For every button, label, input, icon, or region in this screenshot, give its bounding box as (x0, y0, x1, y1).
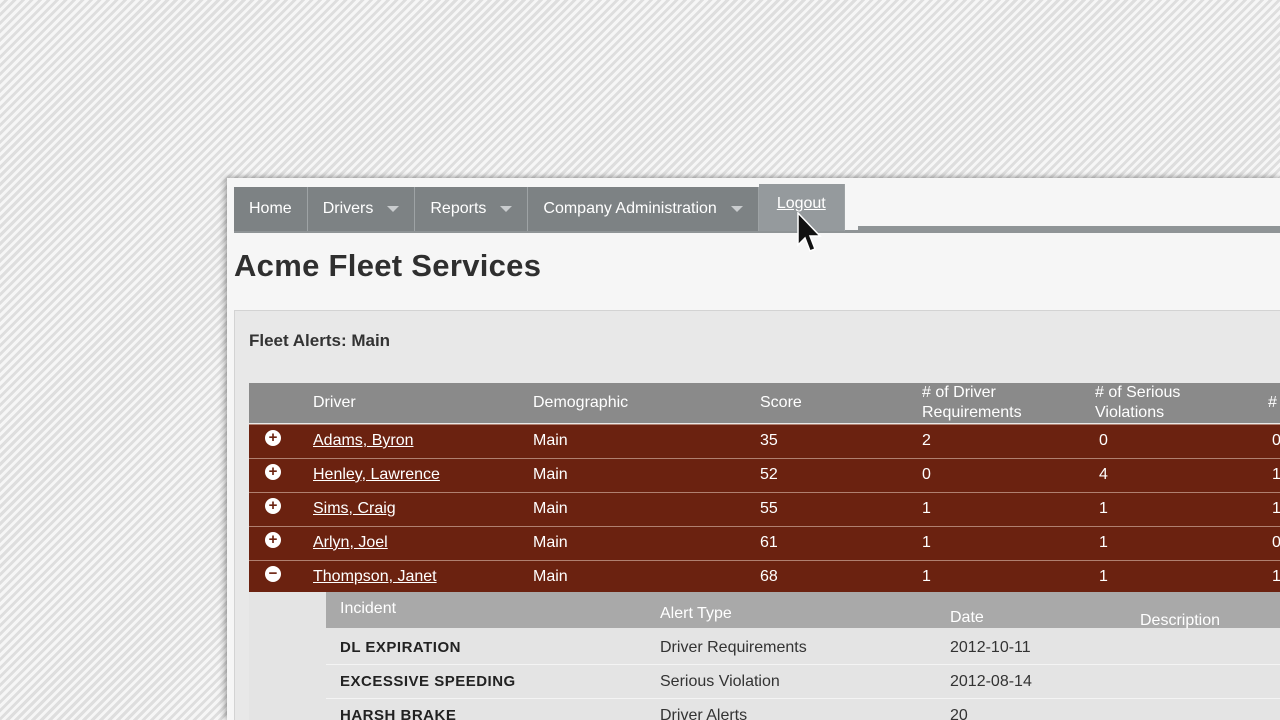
col-score[interactable]: Score (760, 393, 802, 413)
score-cell: 35 (760, 432, 778, 449)
nav-underline (858, 226, 1280, 230)
col-driver-requirements-line1: # of Driver (922, 384, 996, 401)
violations-cell: 4 (1099, 466, 1108, 483)
nav-company-admin-label: Company Administration (543, 200, 717, 217)
incident-cell: EXCESSIVE SPEEDING (340, 673, 516, 690)
table-row: + Henley, Lawrence Main 52 0 4 1 (249, 458, 1280, 492)
sub-col-date: Date (950, 609, 984, 626)
violations-cell: 0 (1099, 432, 1108, 449)
date-cell: 20 (950, 707, 968, 720)
col-demographic[interactable]: Demographic (533, 393, 628, 413)
requirements-cell: 2 (922, 432, 931, 449)
nav-logout-label: Logout (776, 194, 826, 212)
incident-row: HARSH BRAKE Driver Alerts 20 (326, 698, 1280, 720)
chevron-down-icon (730, 206, 743, 212)
incident-cell: DL EXPIRATION (340, 639, 461, 656)
expand-row-icon[interactable]: + (265, 464, 281, 480)
panel-title: Fleet Alerts: Main (249, 331, 391, 350)
alert-type-cell: Serious Violation (660, 673, 780, 690)
col-serious-violations-line2: Violations (1095, 404, 1165, 421)
chevron-down-icon (387, 206, 400, 212)
sub-col-description: Description (1140, 612, 1221, 629)
requirements-cell: 1 (922, 500, 931, 517)
driver-name-link[interactable]: Arlyn, Joel (313, 534, 388, 552)
main-nav: Home Drivers Reports Company Administrat… (234, 184, 1280, 233)
alert-type-cell: Driver Requirements (660, 639, 807, 656)
nav-drivers-label: Drivers (322, 200, 374, 217)
driver-name-link[interactable]: Thompson, Janet (313, 568, 437, 586)
col-driver[interactable]: Driver (313, 393, 356, 413)
violations-cell: 1 (1099, 534, 1108, 551)
alert-type-cell: Driver Alerts (660, 707, 748, 720)
col-extra[interactable]: # (1268, 393, 1277, 413)
requirements-cell: 1 (922, 568, 931, 585)
demographic-cell: Main (533, 432, 568, 449)
score-cell: 61 (760, 534, 778, 551)
subtable-header: Incident Alert Type Date Description (326, 592, 1280, 629)
date-cell: 2012-10-11 (950, 639, 1031, 656)
extra-cell: 1 (1272, 466, 1280, 483)
table-row: − Thompson, Janet Main 68 1 1 1 (249, 560, 1280, 594)
demographic-cell: Main (533, 466, 568, 483)
col-driver-requirements[interactable]: # of Driver Requirements (922, 383, 1022, 423)
demographic-cell: Main (533, 500, 568, 517)
violations-cell: 1 (1099, 568, 1108, 585)
nav-home-label: Home (249, 200, 292, 217)
incident-cell: HARSH BRAKE (340, 707, 457, 720)
extra-cell: 1 (1272, 568, 1280, 585)
driver-name-link[interactable]: Sims, Craig (313, 500, 396, 518)
table-row: + Adams, Byron Main 35 2 0 0 (249, 424, 1280, 458)
table-header: Driver Demographic Score # of Driver Req… (249, 383, 1280, 423)
page-title: Acme Fleet Services (234, 248, 542, 283)
sub-col-alert-type: Alert Type (660, 605, 732, 622)
nav-company-administration[interactable]: Company Administration (528, 187, 759, 231)
fleet-alerts-panel: Fleet Alerts: Main Driver Demographic Sc… (234, 310, 1280, 720)
incident-subtable: Incident Alert Type Date Description DL … (249, 592, 1280, 720)
col-driver-requirements-line2: Requirements (922, 404, 1022, 421)
col-serious-violations[interactable]: # of Serious Violations (1095, 383, 1180, 423)
nav-drivers[interactable]: Drivers (308, 187, 416, 231)
incident-row: EXCESSIVE SPEEDING Serious Violation 2012-… (326, 664, 1280, 699)
expand-row-icon[interactable]: + (265, 532, 281, 548)
incident-row: DL EXPIRATION Driver Requirements 2012-10-… (326, 630, 1280, 665)
demographic-cell: Main (533, 534, 568, 551)
expand-row-icon[interactable]: + (265, 498, 281, 514)
table-row: + Arlyn, Joel Main 61 1 1 0 (249, 526, 1280, 560)
mouse-pointer-icon (797, 212, 822, 252)
requirements-cell: 1 (922, 534, 931, 551)
expand-row-icon[interactable]: + (265, 430, 281, 446)
nav-reports[interactable]: Reports (415, 187, 529, 231)
demographic-cell: Main (533, 568, 568, 585)
extra-cell: 1 (1272, 500, 1280, 517)
driver-name-link[interactable]: Henley, Lawrence (313, 466, 440, 484)
date-cell: 2012-08-14 (950, 673, 1032, 690)
nav-home[interactable]: Home (234, 187, 308, 231)
requirements-cell: 0 (922, 466, 931, 483)
collapse-row-icon[interactable]: − (265, 566, 281, 582)
score-cell: 52 (760, 466, 778, 483)
col-serious-violations-line1: # of Serious (1095, 384, 1181, 401)
table-row: + Sims, Craig Main 55 1 1 1 (249, 492, 1280, 526)
driver-name-link[interactable]: Adams, Byron (313, 432, 413, 450)
extra-cell: 0 (1272, 432, 1280, 449)
chevron-down-icon (500, 206, 513, 212)
extra-cell: 0 (1272, 534, 1280, 551)
app-window: Home Drivers Reports Company Administrat… (227, 178, 1280, 720)
nav-reports-label: Reports (430, 200, 487, 217)
score-cell: 68 (760, 568, 778, 585)
nav-bar: Home Drivers Reports Company Administrat… (234, 184, 845, 231)
violations-cell: 1 (1099, 500, 1108, 517)
score-cell: 55 (760, 500, 778, 517)
sub-col-incident: Incident (340, 600, 397, 617)
